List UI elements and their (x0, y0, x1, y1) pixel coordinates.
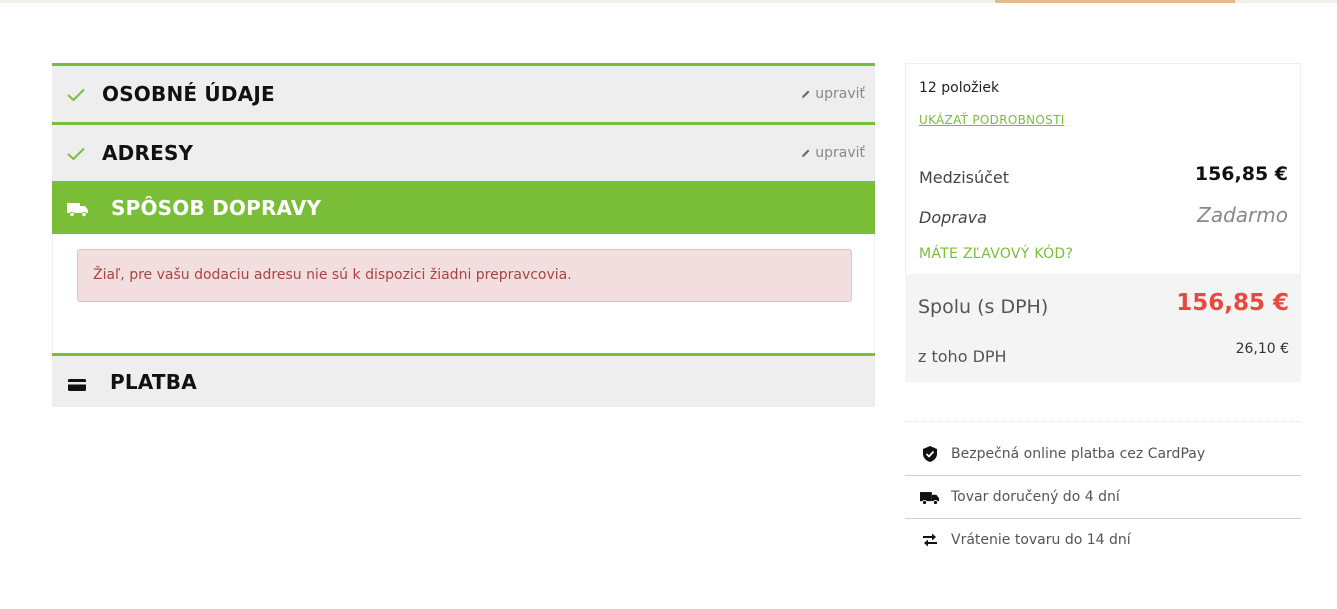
edit-label: upraviť (815, 86, 865, 102)
no-carriers-alert: Žiaľ, pre vašu dodaciu adresu nie sú k d… (77, 249, 852, 302)
credit-card-icon (68, 379, 86, 391)
truck-icon (67, 203, 88, 217)
benefit-text: Vrátenie tovaru do 14 dní (951, 532, 1131, 548)
vat-value: 26,10 € (1235, 341, 1289, 357)
total-label: Spolu (s DPH) (918, 296, 1049, 318)
step-title: PLATBA (110, 370, 197, 394)
discount-code-link[interactable]: MÁTE ZĽAVOVÝ KÓD? (919, 246, 1073, 262)
step-payment[interactable]: PLATBA (52, 353, 875, 407)
exchange-arrows-icon (920, 531, 940, 549)
benefit-text: Tovar doručený do 4 dní (951, 489, 1120, 505)
step-shipping-method: SPÔSOB DOPRAVY (52, 181, 875, 234)
items-count: 12 položiek (919, 80, 1000, 96)
subtotal-label: Medzisúčet (919, 168, 1010, 187)
header-image-fragment (995, 0, 1235, 3)
pencil-icon (802, 149, 810, 157)
step-title: ADRESY (102, 141, 194, 165)
total-box: Spolu (s DPH) 156,85 € z toho DPH 26,10 … (905, 274, 1301, 382)
check-icon (67, 88, 85, 102)
benefit-item: Vrátenie tovaru do 14 dní (905, 518, 1301, 561)
step-addresses[interactable]: ADRESY upraviť (52, 122, 875, 181)
step-personal-info[interactable]: OSOBNÉ ÚDAJE upraviť (52, 63, 875, 122)
benefit-item: Bezpečná online platba cez CardPay (905, 432, 1301, 475)
divider (905, 421, 1301, 422)
order-summary: 12 položiek UKÁZAŤ PODROBNOSTI Medzisúče… (905, 63, 1301, 382)
shipping-step-content: Žiaľ, pre vašu dodaciu adresu nie sú k d… (52, 234, 875, 353)
vat-label: z toho DPH (918, 347, 1007, 366)
shipping-label: Doprava (919, 208, 987, 227)
step-title: SPÔSOB DOPRAVY (111, 196, 322, 220)
total-value: 156,85 € (1176, 290, 1289, 316)
truck-icon (920, 488, 940, 506)
pencil-icon (802, 90, 810, 98)
checkout-steps: OSOBNÉ ÚDAJE upraviť ADRESY upraviť SPÔS… (52, 63, 875, 407)
edit-link[interactable]: upraviť (801, 145, 865, 161)
show-details-link[interactable]: UKÁZAŤ PODROBNOSTI (919, 113, 1065, 127)
benefits-list: Bezpečná online platba cez CardPay Tovar… (905, 432, 1301, 561)
check-icon (67, 147, 85, 161)
benefit-text: Bezpečná online platba cez CardPay (951, 445, 1206, 462)
benefit-item: Tovar doručený do 4 dní (905, 475, 1301, 518)
edit-link[interactable]: upraviť (801, 86, 865, 102)
subtotal-value: 156,85 € (1194, 163, 1288, 185)
edit-label: upraviť (815, 145, 865, 161)
shield-check-icon (920, 445, 940, 463)
shipping-value: Zadarmo (1197, 203, 1288, 227)
step-title: OSOBNÉ ÚDAJE (102, 82, 275, 106)
